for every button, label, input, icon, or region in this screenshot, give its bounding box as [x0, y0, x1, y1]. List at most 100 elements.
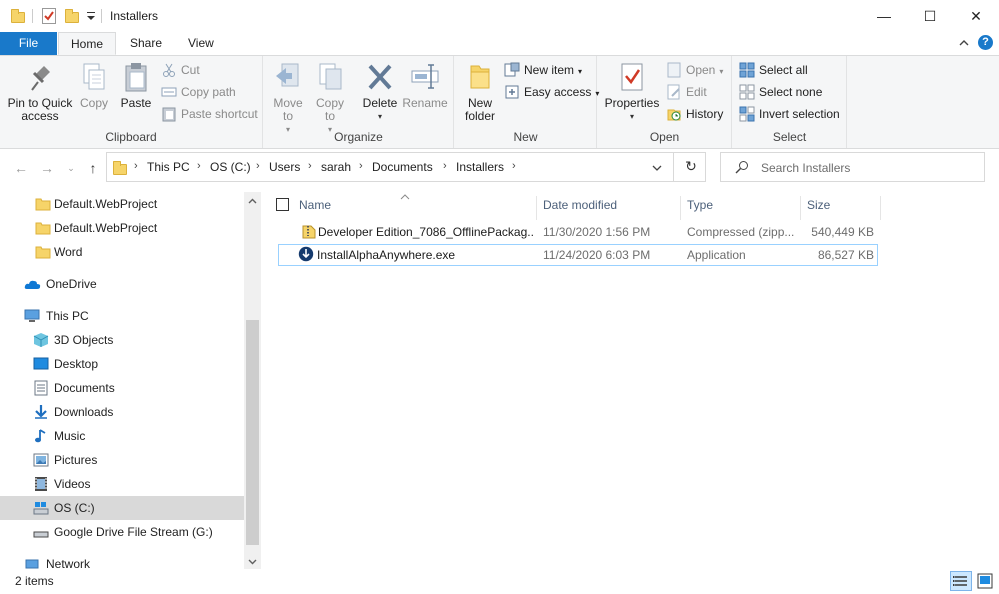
close-button[interactable]: ✕ [953, 0, 999, 32]
copy-path-button[interactable]: Copy path [161, 82, 236, 102]
file-row[interactable]: Developer Edition_7086_OfflinePackag... … [278, 222, 878, 244]
select-all-checkbox[interactable] [276, 198, 289, 211]
help-icon[interactable]: ? [978, 35, 993, 50]
edit-button[interactable]: Edit [666, 82, 707, 102]
breadcrumb-os-c[interactable]: OS (C:) [210, 160, 251, 174]
music-icon [33, 428, 49, 444]
move-to-button[interactable]: Move to ▾ [270, 60, 306, 136]
minimize-button[interactable]: — [861, 0, 907, 32]
paste-shortcut-label: Paste shortcut [181, 107, 258, 121]
status-bar: 2 items [0, 569, 999, 594]
tab-file[interactable]: File [0, 32, 57, 55]
breadcrumb-installers[interactable]: Installers [456, 160, 504, 174]
large-icons-view-button[interactable] [976, 572, 994, 590]
nav-item-google-drive[interactable]: Google Drive File Stream (G:) [0, 520, 244, 544]
address-dropdown-icon[interactable] [651, 162, 663, 174]
select-group: Select all Select none Invert selection … [733, 56, 847, 148]
file-date-modified: 11/24/2020 6:03 PM [543, 248, 651, 262]
column-header-date-modified[interactable]: Date modified [537, 196, 681, 220]
address-bar[interactable]: › This PC › OS (C:) › Users › sarah › Do… [106, 152, 706, 182]
refresh-icon[interactable]: ↻ [683, 158, 699, 174]
search-box[interactable] [720, 152, 985, 182]
breadcrumb-sarah[interactable]: sarah [321, 160, 351, 174]
nav-item-3d-objects[interactable]: 3D Objects [0, 328, 244, 352]
nav-item-word[interactable]: Word [0, 240, 244, 264]
scroll-up-icon[interactable] [247, 196, 258, 207]
delete-button[interactable]: Delete ▾ [360, 60, 400, 123]
nav-scrollbar[interactable] [244, 192, 261, 569]
forward-button[interactable]: → [38, 159, 56, 177]
file-name: InstallAlphaAnywhere.exe [317, 248, 456, 262]
pin-quick-access-button[interactable]: Pin to Quick access [4, 60, 76, 123]
nav-item-default-webproject[interactable]: Default.WebProject [0, 192, 244, 216]
pictures-icon [33, 452, 49, 468]
file-list: Name Date modified Type Size Developer E… [262, 187, 999, 569]
nav-item-onedrive[interactable]: OneDrive [0, 272, 244, 296]
new-folder-button[interactable]: New folder [460, 60, 500, 123]
open-button[interactable]: Open ▾ [666, 60, 723, 80]
nav-item-this-pc[interactable]: This PC [0, 304, 244, 328]
nav-item-videos[interactable]: Videos [0, 472, 244, 496]
select-none-button[interactable]: Select none [739, 82, 822, 102]
nav-item-desktop[interactable]: Desktop [0, 352, 244, 376]
select-all-label: Select all [759, 63, 808, 77]
tab-home[interactable]: Home [58, 32, 116, 55]
ribbon-expand-icon[interactable] [958, 37, 970, 49]
nav-item-music[interactable]: Music [0, 424, 244, 448]
breadcrumb-separator: › [256, 160, 260, 172]
history-button[interactable]: History [666, 104, 723, 124]
new-item-label: New item [524, 63, 575, 77]
properties-qat-icon[interactable] [42, 8, 56, 24]
new-folder-qat-icon[interactable] [65, 9, 79, 23]
new-group: New folder New item ▾ Easy access ▾ New [455, 56, 599, 148]
invert-selection-button[interactable]: Invert selection [739, 104, 840, 124]
copy-to-button[interactable]: Copy to ▾ [312, 60, 348, 136]
copy-button[interactable]: Copy [76, 60, 112, 110]
nav-item-downloads[interactable]: Downloads [0, 400, 244, 424]
breadcrumb-this-pc[interactable]: This PC [147, 160, 190, 174]
cube-icon [33, 332, 49, 348]
nav-scroll-thumb[interactable] [246, 320, 259, 545]
clipboard-group-label: Clipboard [105, 130, 157, 144]
cut-button[interactable]: Cut [161, 60, 200, 80]
invert-selection-label: Invert selection [759, 107, 840, 121]
file-row[interactable]: InstallAlphaAnywhere.exe 11/24/2020 6:03… [278, 244, 878, 266]
paste-button[interactable]: Paste [117, 60, 155, 110]
properties-label: Properties [604, 96, 660, 110]
desktop-icon [33, 356, 49, 372]
copy-label: Copy [79, 96, 108, 110]
open-icon [666, 62, 682, 78]
ribbon: Pin to Quick access Copy Paste Cut Copy … [0, 55, 999, 149]
nav-item-documents[interactable]: Documents [0, 376, 244, 400]
back-button[interactable]: ← [12, 159, 30, 177]
maximize-button[interactable]: ☐ [907, 0, 953, 32]
easy-access-button[interactable]: Easy access ▾ [504, 82, 599, 102]
rename-button[interactable]: Rename [402, 60, 448, 110]
column-header-type[interactable]: Type [681, 196, 801, 220]
properties-button[interactable]: Properties ▾ [604, 60, 660, 123]
details-view-button[interactable] [950, 571, 972, 591]
easy-access-icon [504, 84, 520, 100]
tab-share[interactable]: Share [120, 32, 172, 55]
drive-icon [33, 500, 49, 516]
qat-dropdown-icon[interactable] [86, 9, 96, 23]
select-all-button[interactable]: Select all [739, 60, 808, 80]
title-bar: Installers — ☐ ✕ [0, 0, 999, 32]
new-item-button[interactable]: New item ▾ [504, 60, 582, 80]
ribbon-tabs: File Home Share View ? [0, 32, 999, 55]
nav-item-os-c[interactable]: OS (C:) [0, 496, 244, 520]
nav-item-label: Default.WebProject [54, 197, 158, 211]
breadcrumb-documents[interactable]: Documents [372, 160, 433, 174]
new-folder-icon [464, 60, 496, 94]
scroll-down-icon[interactable] [247, 556, 258, 567]
nav-item-default-webproject[interactable]: Default.WebProject [0, 216, 244, 240]
column-header-name[interactable]: Name [293, 196, 537, 220]
up-button[interactable]: ↑ [84, 159, 102, 177]
breadcrumb-users[interactable]: Users [269, 160, 300, 174]
paste-shortcut-button[interactable]: Paste shortcut [161, 104, 258, 124]
column-header-size[interactable]: Size [801, 196, 881, 220]
tab-view[interactable]: View [178, 32, 224, 55]
search-input[interactable] [761, 159, 971, 177]
nav-item-pictures[interactable]: Pictures [0, 448, 244, 472]
recent-locations-icon[interactable]: ⌄ [62, 159, 80, 177]
